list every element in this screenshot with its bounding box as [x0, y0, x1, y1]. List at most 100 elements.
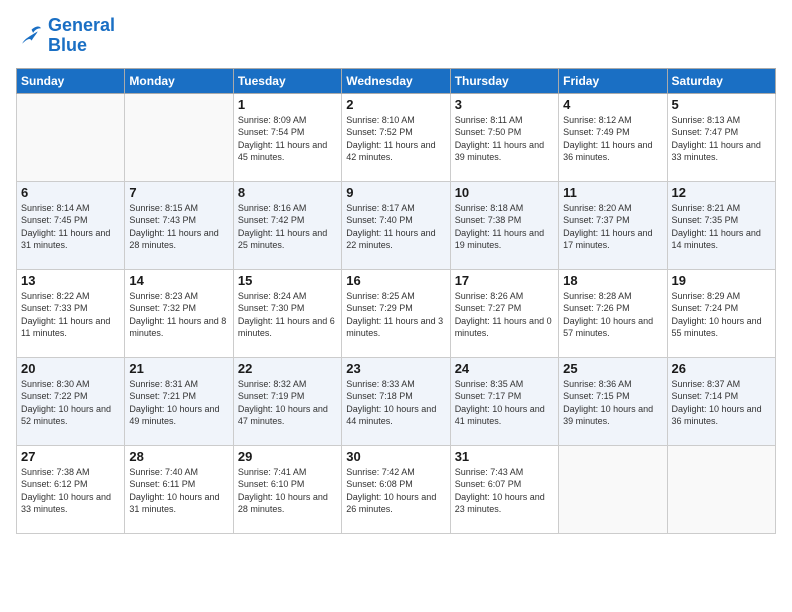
- day-number: 15: [238, 273, 337, 288]
- calendar-cell: 28 Sunrise: 7:40 AM Sunset: 6:11 PM Dayli…: [125, 445, 233, 533]
- day-number: 18: [563, 273, 662, 288]
- col-header-sunday: Sunday: [17, 68, 125, 93]
- day-info: Sunrise: 7:43 AM Sunset: 6:07 PM Dayligh…: [455, 466, 554, 516]
- day-info: Sunrise: 8:29 AM Sunset: 7:24 PM Dayligh…: [672, 290, 771, 340]
- calendar-cell: 11Sunrise: 8:20 AM Sunset: 7:37 PM Dayli…: [559, 181, 667, 269]
- calendar-cell: 20 Sunrise: 8:30 AM Sunset: 7:22 PM Dayli…: [17, 357, 125, 445]
- calendar-cell: 8 Sunrise: 8:16 AM Sunset: 7:42 PM Daylig…: [233, 181, 341, 269]
- day-number: 23: [346, 361, 445, 376]
- calendar-cell: 15 Sunrise: 8:24 AM Sunset: 7:30 PM Dayli…: [233, 269, 341, 357]
- day-info: Sunrise: 8:30 AM Sunset: 7:22 PM Dayligh…: [21, 378, 120, 428]
- calendar-cell: 25 Sunrise: 8:36 AM Sunset: 7:15 PM Dayli…: [559, 357, 667, 445]
- day-info: Sunrise: 8:11 AM Sunset: 7:50 PM Dayligh…: [455, 114, 554, 164]
- calendar-cell: 16 Sunrise: 8:25 AM Sunset: 7:29 PM Dayli…: [342, 269, 450, 357]
- calendar-table: SundayMondayTuesdayWednesdayThursdayFrid…: [16, 68, 776, 534]
- calendar-cell: 3 Sunrise: 8:11 AM Sunset: 7:50 PM Daylig…: [450, 93, 558, 181]
- day-number: 22: [238, 361, 337, 376]
- day-info: Sunrise: 8:10 AM Sunset: 7:52 PM Dayligh…: [346, 114, 445, 164]
- calendar-week-row: 1Sunrise: 8:09 AM Sunset: 7:54 PM Daylig…: [17, 93, 776, 181]
- day-number: 11: [563, 185, 662, 200]
- calendar-week-row: 20 Sunrise: 8:30 AM Sunset: 7:22 PM Dayli…: [17, 357, 776, 445]
- calendar-week-row: 6 Sunrise: 8:14 AM Sunset: 7:45 PM Daylig…: [17, 181, 776, 269]
- day-number: 20: [21, 361, 120, 376]
- logo-text-line1: General: [48, 16, 115, 36]
- day-info: Sunrise: 8:13 AM Sunset: 7:47 PM Dayligh…: [672, 114, 771, 164]
- day-info: Sunrise: 7:40 AM Sunset: 6:11 PM Dayligh…: [129, 466, 228, 516]
- day-number: 2: [346, 97, 445, 112]
- day-info: Sunrise: 7:42 AM Sunset: 6:08 PM Dayligh…: [346, 466, 445, 516]
- day-info: Sunrise: 8:26 AM Sunset: 7:27 PM Dayligh…: [455, 290, 554, 340]
- col-header-saturday: Saturday: [667, 68, 775, 93]
- col-header-friday: Friday: [559, 68, 667, 93]
- day-number: 9: [346, 185, 445, 200]
- logo: General Blue: [16, 16, 115, 56]
- day-number: 4: [563, 97, 662, 112]
- day-info: Sunrise: 8:16 AM Sunset: 7:42 PM Dayligh…: [238, 202, 337, 252]
- day-info: Sunrise: 8:35 AM Sunset: 7:17 PM Dayligh…: [455, 378, 554, 428]
- day-number: 21: [129, 361, 228, 376]
- calendar-cell: 10Sunrise: 8:18 AM Sunset: 7:38 PM Dayli…: [450, 181, 558, 269]
- col-header-wednesday: Wednesday: [342, 68, 450, 93]
- calendar-cell: 23 Sunrise: 8:33 AM Sunset: 7:18 PM Dayli…: [342, 357, 450, 445]
- col-header-monday: Monday: [125, 68, 233, 93]
- calendar-cell: 5 Sunrise: 8:13 AM Sunset: 7:47 PM Daylig…: [667, 93, 775, 181]
- page-header: General Blue: [16, 16, 776, 56]
- calendar-cell: 26Sunrise: 8:37 AM Sunset: 7:14 PM Dayli…: [667, 357, 775, 445]
- col-header-tuesday: Tuesday: [233, 68, 341, 93]
- day-info: Sunrise: 8:14 AM Sunset: 7:45 PM Dayligh…: [21, 202, 120, 252]
- day-info: Sunrise: 8:33 AM Sunset: 7:18 PM Dayligh…: [346, 378, 445, 428]
- calendar-cell: [125, 93, 233, 181]
- calendar-cell: 30Sunrise: 7:42 AM Sunset: 6:08 PM Dayli…: [342, 445, 450, 533]
- day-number: 5: [672, 97, 771, 112]
- col-header-thursday: Thursday: [450, 68, 558, 93]
- calendar-week-row: 27Sunrise: 7:38 AM Sunset: 6:12 PM Dayli…: [17, 445, 776, 533]
- calendar-cell: 22 Sunrise: 8:32 AM Sunset: 7:19 PM Dayli…: [233, 357, 341, 445]
- calendar-cell: 6 Sunrise: 8:14 AM Sunset: 7:45 PM Daylig…: [17, 181, 125, 269]
- calendar-cell: 2 Sunrise: 8:10 AM Sunset: 7:52 PM Daylig…: [342, 93, 450, 181]
- day-info: Sunrise: 8:36 AM Sunset: 7:15 PM Dayligh…: [563, 378, 662, 428]
- calendar-cell: [559, 445, 667, 533]
- calendar-cell: [667, 445, 775, 533]
- day-info: Sunrise: 8:21 AM Sunset: 7:35 PM Dayligh…: [672, 202, 771, 252]
- day-number: 6: [21, 185, 120, 200]
- day-number: 8: [238, 185, 337, 200]
- day-info: Sunrise: 8:17 AM Sunset: 7:40 PM Dayligh…: [346, 202, 445, 252]
- calendar-cell: 19 Sunrise: 8:29 AM Sunset: 7:24 PM Dayli…: [667, 269, 775, 357]
- day-number: 10: [455, 185, 554, 200]
- calendar-cell: 13Sunrise: 8:22 AM Sunset: 7:33 PM Dayli…: [17, 269, 125, 357]
- day-number: 16: [346, 273, 445, 288]
- day-info: Sunrise: 7:41 AM Sunset: 6:10 PM Dayligh…: [238, 466, 337, 516]
- day-info: Sunrise: 8:15 AM Sunset: 7:43 PM Dayligh…: [129, 202, 228, 252]
- day-number: 28: [129, 449, 228, 464]
- day-info: Sunrise: 8:32 AM Sunset: 7:19 PM Dayligh…: [238, 378, 337, 428]
- calendar-week-row: 13Sunrise: 8:22 AM Sunset: 7:33 PM Dayli…: [17, 269, 776, 357]
- day-number: 19: [672, 273, 771, 288]
- logo-icon: [16, 22, 44, 50]
- calendar-cell: 29 Sunrise: 7:41 AM Sunset: 6:10 PM Dayli…: [233, 445, 341, 533]
- day-info: Sunrise: 8:25 AM Sunset: 7:29 PM Dayligh…: [346, 290, 445, 340]
- day-info: Sunrise: 8:09 AM Sunset: 7:54 PM Dayligh…: [238, 114, 337, 164]
- day-number: 24: [455, 361, 554, 376]
- calendar-cell: [17, 93, 125, 181]
- day-info: Sunrise: 8:23 AM Sunset: 7:32 PM Dayligh…: [129, 290, 228, 340]
- logo-text-line2: Blue: [48, 36, 115, 56]
- calendar-cell: 17 Sunrise: 8:26 AM Sunset: 7:27 PM Dayli…: [450, 269, 558, 357]
- calendar-cell: 7 Sunrise: 8:15 AM Sunset: 7:43 PM Daylig…: [125, 181, 233, 269]
- calendar-cell: 18Sunrise: 8:28 AM Sunset: 7:26 PM Dayli…: [559, 269, 667, 357]
- calendar-cell: 24 Sunrise: 8:35 AM Sunset: 7:17 PM Dayli…: [450, 357, 558, 445]
- day-info: Sunrise: 8:22 AM Sunset: 7:33 PM Dayligh…: [21, 290, 120, 340]
- day-number: 3: [455, 97, 554, 112]
- day-number: 29: [238, 449, 337, 464]
- day-info: Sunrise: 8:12 AM Sunset: 7:49 PM Dayligh…: [563, 114, 662, 164]
- day-number: 12: [672, 185, 771, 200]
- day-number: 17: [455, 273, 554, 288]
- calendar-cell: 21 Sunrise: 8:31 AM Sunset: 7:21 PM Dayli…: [125, 357, 233, 445]
- day-number: 25: [563, 361, 662, 376]
- day-number: 7: [129, 185, 228, 200]
- day-number: 27: [21, 449, 120, 464]
- day-info: Sunrise: 8:31 AM Sunset: 7:21 PM Dayligh…: [129, 378, 228, 428]
- day-number: 14: [129, 273, 228, 288]
- day-info: Sunrise: 8:24 AM Sunset: 7:30 PM Dayligh…: [238, 290, 337, 340]
- calendar-cell: 4 Sunrise: 8:12 AM Sunset: 7:49 PM Daylig…: [559, 93, 667, 181]
- day-number: 31: [455, 449, 554, 464]
